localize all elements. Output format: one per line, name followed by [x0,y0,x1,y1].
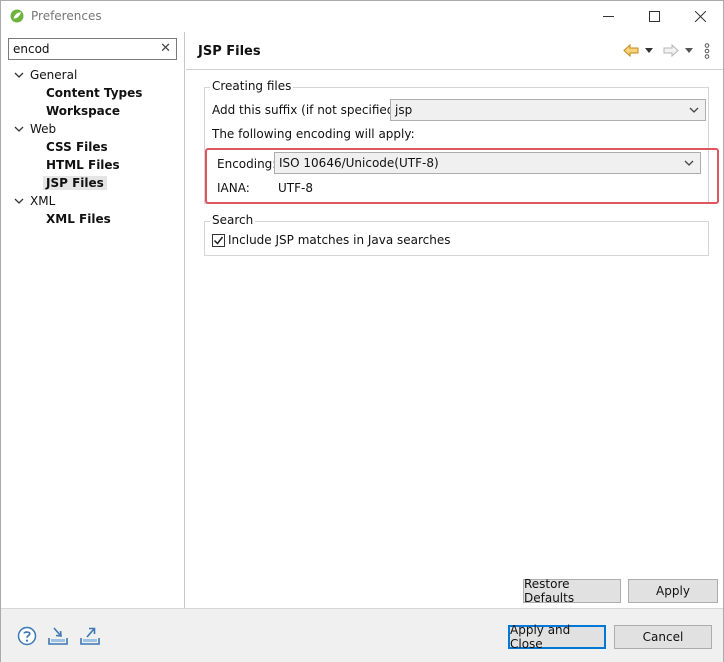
encoding-combo[interactable]: ISO 10646/Unicode(UTF-8) [274,152,701,174]
spring-app-icon [10,9,24,23]
cancel-button[interactable]: Cancel [614,625,712,649]
close-icon [694,10,706,22]
tree-item-general[interactable]: General [30,66,77,84]
include-jsp-label[interactable]: Include JSP matches in Java searches [228,233,451,247]
iana-value: UTF-8 [278,181,313,195]
iana-label: IANA: [217,181,250,195]
tree-item-web[interactable]: Web [30,120,56,138]
title-separator [186,69,723,70]
encoding-note: The following encoding will apply: [212,127,415,141]
page-navigation [623,42,719,60]
chevron-down-icon[interactable] [14,71,24,79]
clear-filter-icon[interactable]: ✕ [160,41,171,56]
maximize-icon [648,10,660,22]
maximize-button[interactable] [631,1,677,31]
preference-page: JSP Files Creating files Add this suffix… [186,32,723,608]
preference-tree-panel: encod ✕ General Content Types Workspace … [1,32,185,608]
apply-and-close-button[interactable]: Apply and Close [508,623,606,651]
suffix-value: jsp [395,103,413,117]
suffix-combo[interactable]: jsp [390,99,706,121]
chevron-down-icon [689,107,699,113]
tree-item-xml[interactable]: XML [30,192,55,210]
forward-arrow-icon[interactable] [663,44,679,57]
help-icon[interactable] [17,626,37,646]
forward-dropdown-icon[interactable] [685,48,693,53]
back-arrow-icon[interactable] [623,44,639,57]
dialog-footer: Apply and Close Cancel [1,608,723,662]
include-jsp-checkbox[interactable] [212,234,225,247]
tree-item-html-files[interactable]: HTML Files [46,156,120,174]
export-icon[interactable] [80,626,100,646]
tree-item-content-types[interactable]: Content Types [46,84,142,102]
tree-item-jsp-files[interactable]: JSP Files [43,174,107,192]
chevron-down-icon [684,160,694,166]
minimize-icon [602,15,614,17]
apply-button[interactable]: Apply [628,579,718,603]
suffix-label: Add this suffix (if not specified): [212,103,404,117]
filter-value: encod [13,42,50,56]
view-menu-icon[interactable] [704,43,710,59]
minimize-button[interactable] [585,1,631,31]
tree-item-workspace[interactable]: Workspace [46,102,120,120]
encoding-label: Encoding: [217,157,277,171]
encoding-value: ISO 10646/Unicode(UTF-8) [279,156,439,170]
creating-files-label: Creating files [210,79,294,93]
restore-defaults-button[interactable]: Restore Defaults [523,577,621,605]
checkmark-icon [213,236,224,245]
tree-item-xml-files[interactable]: XML Files [46,210,111,228]
close-button[interactable] [677,1,723,31]
chevron-down-icon[interactable] [14,125,24,133]
search-group-label: Search [210,213,256,227]
title-bar: Preferences [1,1,723,31]
window-title: Preferences [31,9,102,23]
preferences-window: Preferences encod ✕ General Content Type… [0,0,724,662]
tree-item-css-files[interactable]: CSS Files [46,138,108,156]
back-dropdown-icon[interactable] [645,48,653,53]
import-icon[interactable] [48,626,68,646]
filter-input[interactable]: encod ✕ [8,38,177,60]
page-title: JSP Files [198,44,261,59]
chevron-down-icon[interactable] [14,197,24,205]
